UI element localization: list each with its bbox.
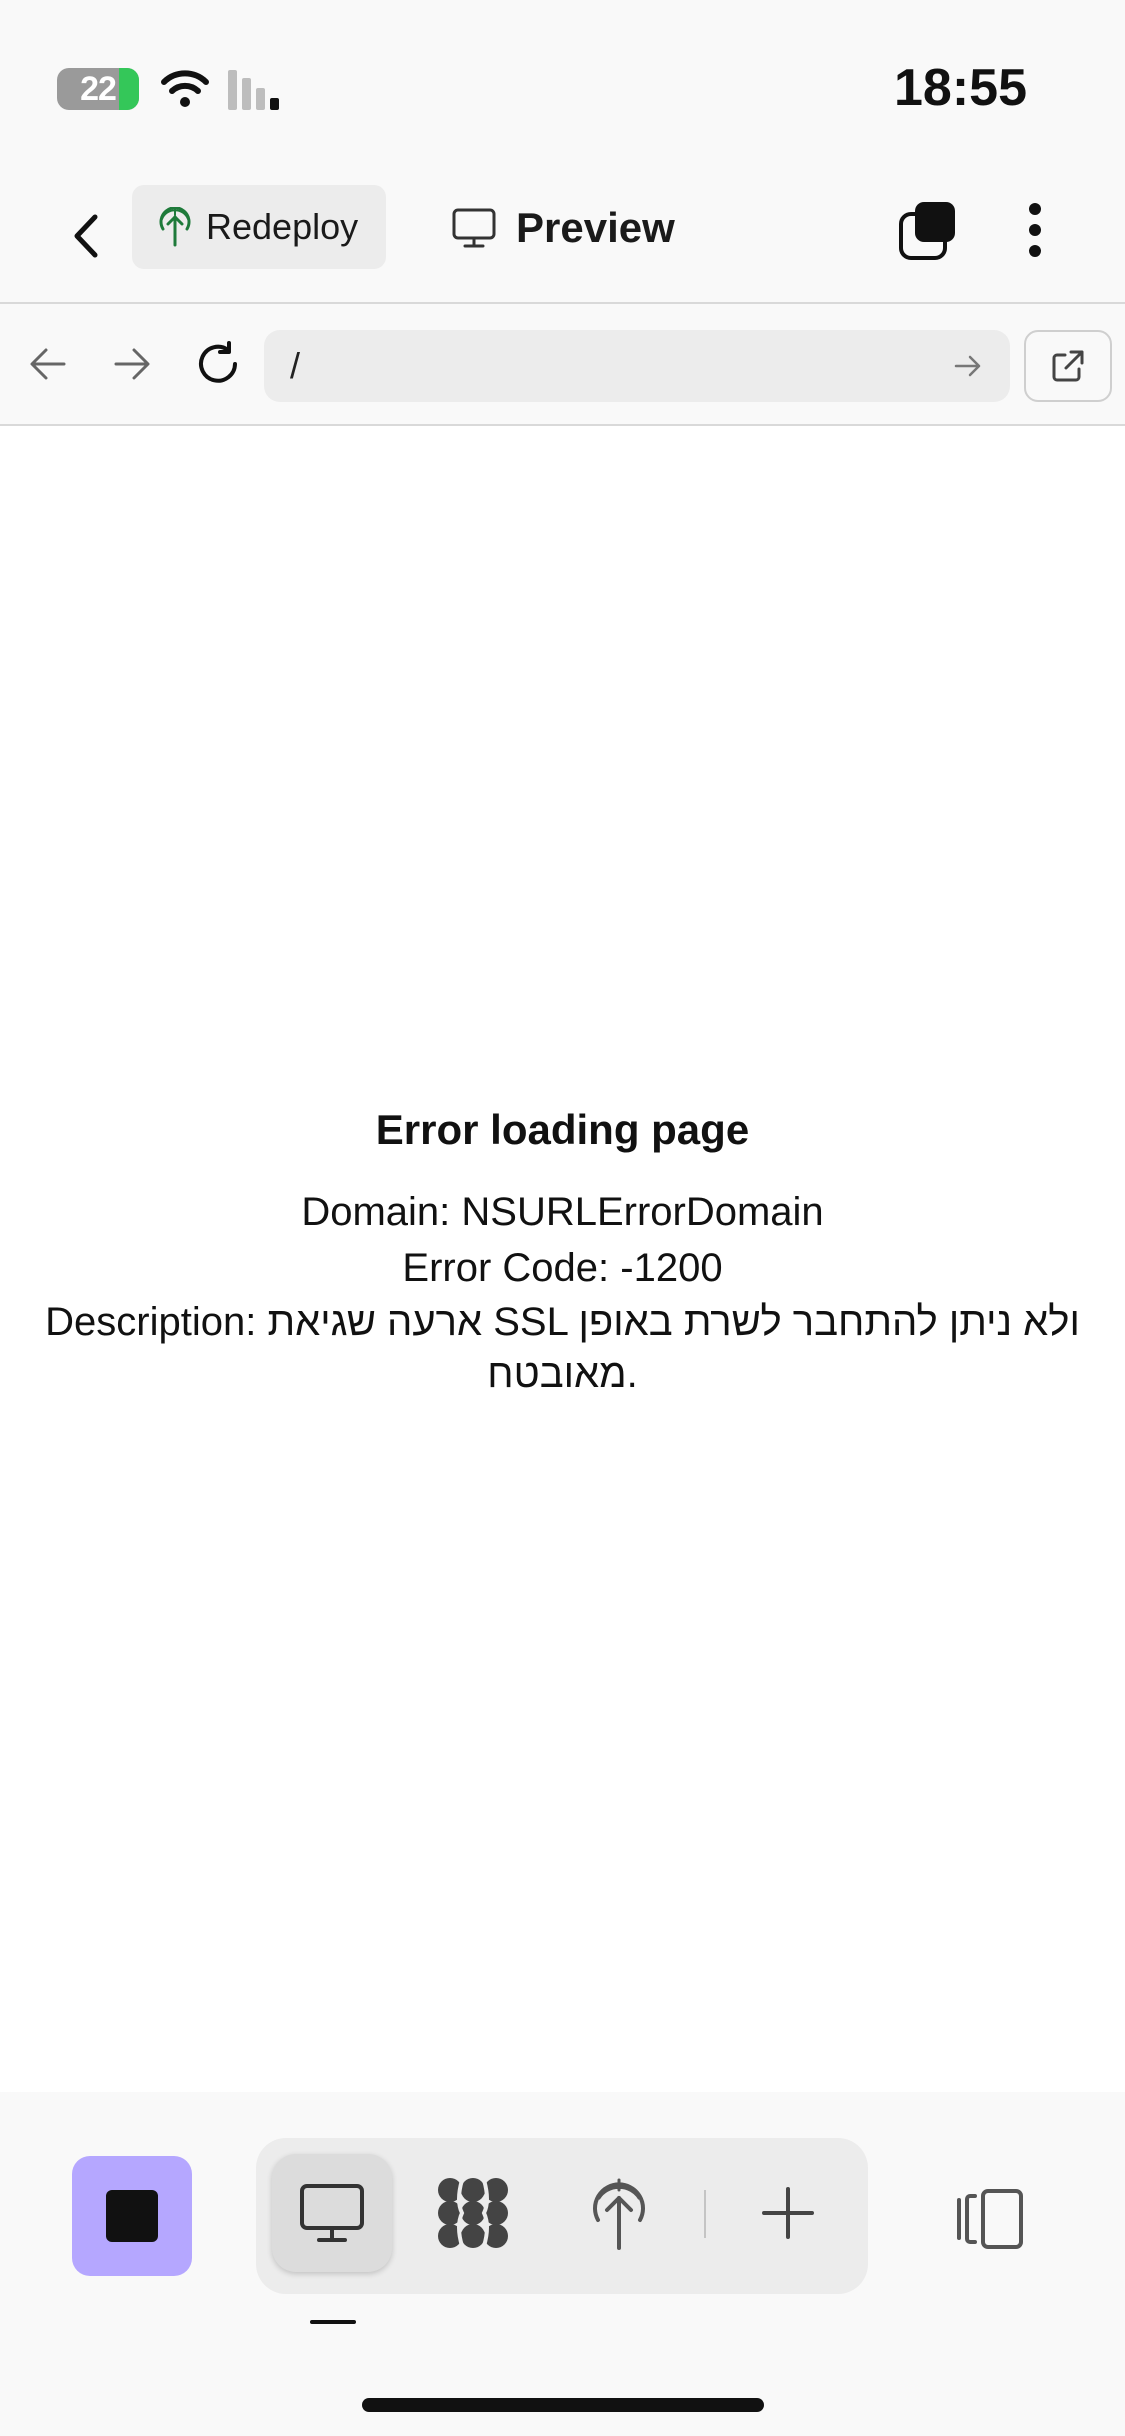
side-panel-button[interactable] (952, 2184, 1026, 2254)
more-icon (1029, 203, 1041, 257)
segment-divider (704, 2190, 706, 2238)
status-bar: 22 18:55 (0, 0, 1125, 170)
error-code: Error Code: -1200 (402, 1246, 723, 1290)
panel-icon (957, 2189, 1023, 2249)
battery-level: 22 (80, 69, 117, 108)
home-indicator (362, 2398, 764, 2412)
more-options-button[interactable] (1010, 192, 1060, 268)
url-input[interactable] (290, 345, 910, 387)
error-description: Description: ארעה שגיאת SSL ולא ניתן להת… (45, 1300, 1080, 1396)
add-view-button[interactable] (728, 2154, 848, 2272)
navigate-back-button[interactable] (18, 334, 78, 394)
back-icon (74, 214, 98, 258)
view-switcher (256, 2138, 868, 2294)
url-go-button[interactable] (948, 346, 988, 386)
deploy-view-button[interactable] (564, 2154, 674, 2272)
app-header: Redeploy Preview (0, 170, 1125, 304)
go-icon (954, 355, 981, 377)
monitor-icon (452, 208, 496, 248)
reload-button[interactable] (188, 334, 248, 394)
arrow-left-icon (30, 348, 66, 380)
web-preview-content: Error loading page Domain: NSURLErrorDom… (0, 426, 1125, 2092)
tabs-button[interactable] (896, 192, 962, 268)
external-link-icon (1052, 350, 1084, 382)
redeploy-button[interactable]: Redeploy (132, 185, 386, 269)
url-toolbar (0, 304, 1125, 426)
preview-tab[interactable]: Preview (452, 190, 675, 266)
stop-button[interactable] (72, 2156, 192, 2276)
url-field[interactable] (264, 330, 1010, 402)
battery-fill (119, 68, 139, 110)
error-message: Error loading page Domain: NSURLErrorDom… (0, 1106, 1125, 1400)
battery-indicator: 22 (57, 68, 139, 110)
navigate-forward-button[interactable] (102, 334, 162, 394)
cellular-signal-icon (228, 70, 279, 110)
deploy-icon (593, 2178, 645, 2250)
reload-icon (199, 341, 237, 383)
wifi-icon (161, 70, 209, 107)
monitor-icon (300, 2184, 364, 2242)
error-title: Error loading page (375, 1106, 750, 1153)
redeploy-label: Redeploy (206, 206, 359, 247)
arrow-right-icon (114, 348, 150, 380)
preview-label: Preview (516, 204, 675, 251)
active-tab-indicator (310, 2320, 356, 2324)
back-button[interactable] (58, 198, 114, 274)
stop-icon (106, 2190, 158, 2242)
apps-icon (438, 2178, 508, 2248)
apps-view-button[interactable] (418, 2154, 528, 2272)
clock: 18:55 (894, 59, 1027, 117)
antenna-icon (159, 207, 191, 247)
bottom-toolbar (0, 2092, 1125, 2436)
preview-view-button[interactable] (272, 2154, 392, 2272)
plus-icon (762, 2187, 814, 2239)
open-external-button[interactable] (1024, 330, 1112, 402)
tabs-icon (899, 202, 955, 260)
error-domain: Domain: NSURLErrorDomain (301, 1190, 824, 1234)
